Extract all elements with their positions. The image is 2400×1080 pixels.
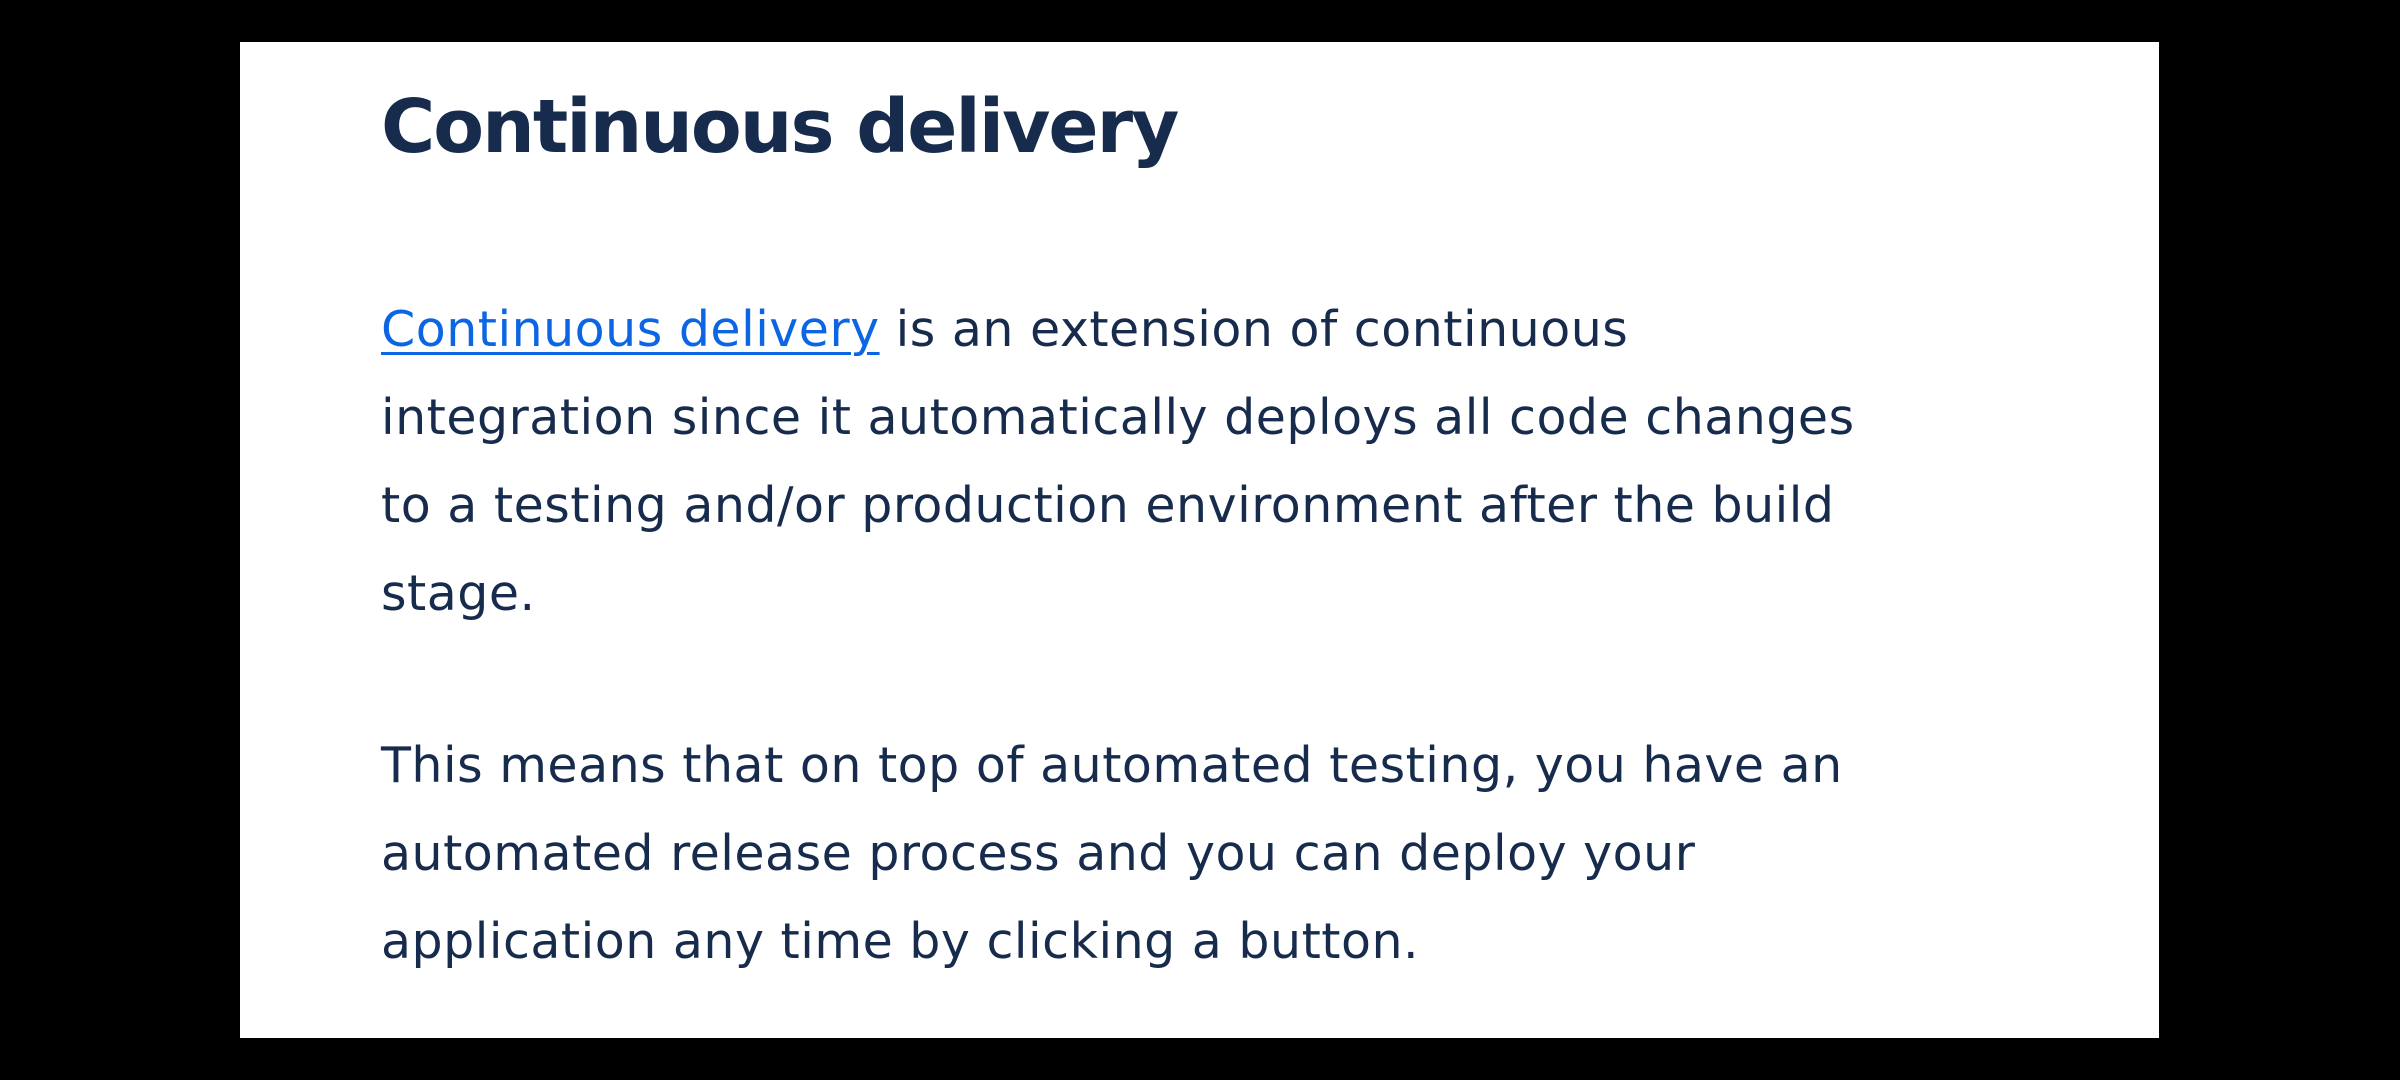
paragraph-line: to a testing and/or production environme… — [381, 477, 1835, 534]
paragraph-line: Continuous delivery is an extension of c… — [381, 286, 1855, 374]
paragraph-line: application any time by clicking a butto… — [381, 913, 1420, 970]
article-heading: Continuous delivery — [381, 84, 1179, 170]
content-card: Continuous delivery Continuous delivery … — [240, 42, 2159, 1038]
continuous-delivery-link[interactable]: Continuous delivery — [381, 301, 880, 358]
paragraph-line: automated release process and you can de… — [381, 825, 1696, 882]
paragraph-automated-release: This means that on top of automated test… — [381, 722, 1843, 986]
paragraph-line: This means that on top of automated test… — [381, 737, 1843, 794]
paragraph-line: integration since it automatically deplo… — [381, 389, 1855, 446]
screen-background: Continuous delivery Continuous delivery … — [0, 0, 2400, 1080]
paragraph-line: stage. — [381, 565, 536, 622]
paragraph-text: is an extension of continuous — [879, 301, 1629, 358]
paragraph-continuous-delivery-definition: Continuous delivery is an extension of c… — [381, 286, 1855, 638]
